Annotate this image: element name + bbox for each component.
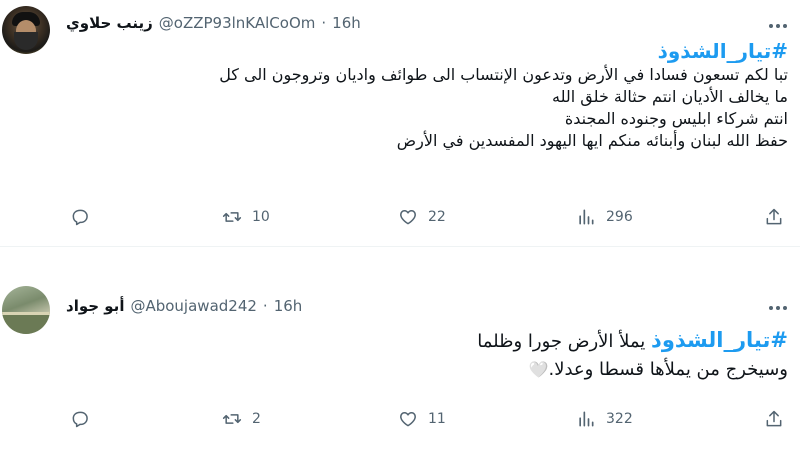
more-dots-icon[interactable] — [764, 16, 792, 36]
separator-dot: · — [262, 297, 268, 315]
like-button[interactable]: 11 — [398, 402, 446, 436]
tweet-line: تبا لكم تسعون فسادا في الأرض وتدعون الإن… — [219, 65, 788, 84]
timestamp[interactable]: 16h — [274, 297, 303, 315]
separator-dot: · — [321, 14, 327, 32]
reply-button[interactable] — [70, 200, 100, 234]
avatar[interactable] — [2, 286, 50, 334]
views-count: 296 — [606, 209, 633, 225]
like-button[interactable]: 22 — [398, 200, 446, 234]
user-handle[interactable]: @oZZP93lnKAlCoOm — [159, 14, 316, 32]
tweet-card[interactable]: زينب حلاوي @oZZP93lnKAlCoOm · 16h #تيار_… — [0, 0, 800, 246]
timestamp[interactable]: 16h — [332, 14, 361, 32]
heart-icon — [400, 412, 416, 427]
share-button[interactable] — [764, 402, 784, 436]
like-count: 11 — [428, 411, 446, 427]
avatar[interactable] — [2, 6, 50, 54]
hashtag-link[interactable]: #تيار_الشذوذ — [651, 328, 788, 352]
retweet-button[interactable]: 10 — [222, 200, 270, 234]
share-icon — [766, 208, 782, 225]
tweet-line: ما يخالف الأديان انتم حثالة خلق الله — [552, 87, 788, 106]
tweet-text: #تيار_الشذوذ يملأ الأرض جورا وظلما وسيخر… — [58, 326, 788, 384]
display-name[interactable]: أبو جواد — [66, 297, 124, 315]
tweet-text: #تيار_الشذوذ تبا لكم تسعون فسادا في الأر… — [58, 40, 788, 152]
retweet-icon — [222, 414, 242, 424]
share-icon — [766, 410, 782, 427]
reply-button[interactable] — [70, 402, 100, 436]
retweet-icon — [222, 212, 242, 222]
retweet-button[interactable]: 2 — [222, 402, 261, 436]
tweet-line: انتم شركاء ابليس وجنوده المجندة — [564, 109, 788, 128]
reply-icon — [72, 411, 88, 428]
views-button[interactable]: 296 — [576, 200, 633, 234]
avatar-landscape — [2, 312, 50, 334]
action-bar: 2 11 322 — [66, 402, 790, 436]
tweet-divider — [0, 246, 800, 276]
tweet-header: أبو جواد @Aboujawad242 · 16h — [66, 297, 302, 315]
tweet-header: زينب حلاوي @oZZP93lnKAlCoOm · 16h — [66, 14, 361, 32]
tweet-line: وسيخرج من يملأها قسطا وعدلا. — [548, 359, 788, 380]
avatar-beard — [14, 32, 38, 50]
reply-icon — [72, 209, 88, 226]
display-name[interactable]: زينب حلاوي — [66, 14, 153, 32]
user-handle[interactable]: @Aboujawad242 — [130, 297, 256, 315]
views-count: 322 — [606, 411, 633, 427]
share-button[interactable] — [764, 200, 784, 234]
retweet-count: 2 — [252, 411, 261, 427]
like-count: 22 — [428, 209, 446, 225]
retweet-count: 10 — [252, 209, 270, 225]
action-bar: 10 22 296 — [66, 200, 790, 234]
views-icon — [579, 411, 594, 427]
views-icon — [579, 209, 594, 225]
hashtag-link[interactable]: #تيار_الشذوذ — [658, 39, 788, 63]
tweet-card[interactable]: أبو جواد @Aboujawad242 · 16h #تيار_الشذو… — [0, 276, 800, 450]
heart-icon — [400, 210, 416, 225]
tweet-line: يملأ الأرض جورا وظلما — [477, 331, 652, 352]
white-heart-emoji: 🤍 — [528, 360, 549, 379]
views-button[interactable]: 322 — [576, 402, 633, 436]
more-dots-icon[interactable] — [764, 298, 792, 318]
tweet-line: حفظ الله لبنان وأبنائه منكم ايها اليهود … — [396, 131, 788, 150]
